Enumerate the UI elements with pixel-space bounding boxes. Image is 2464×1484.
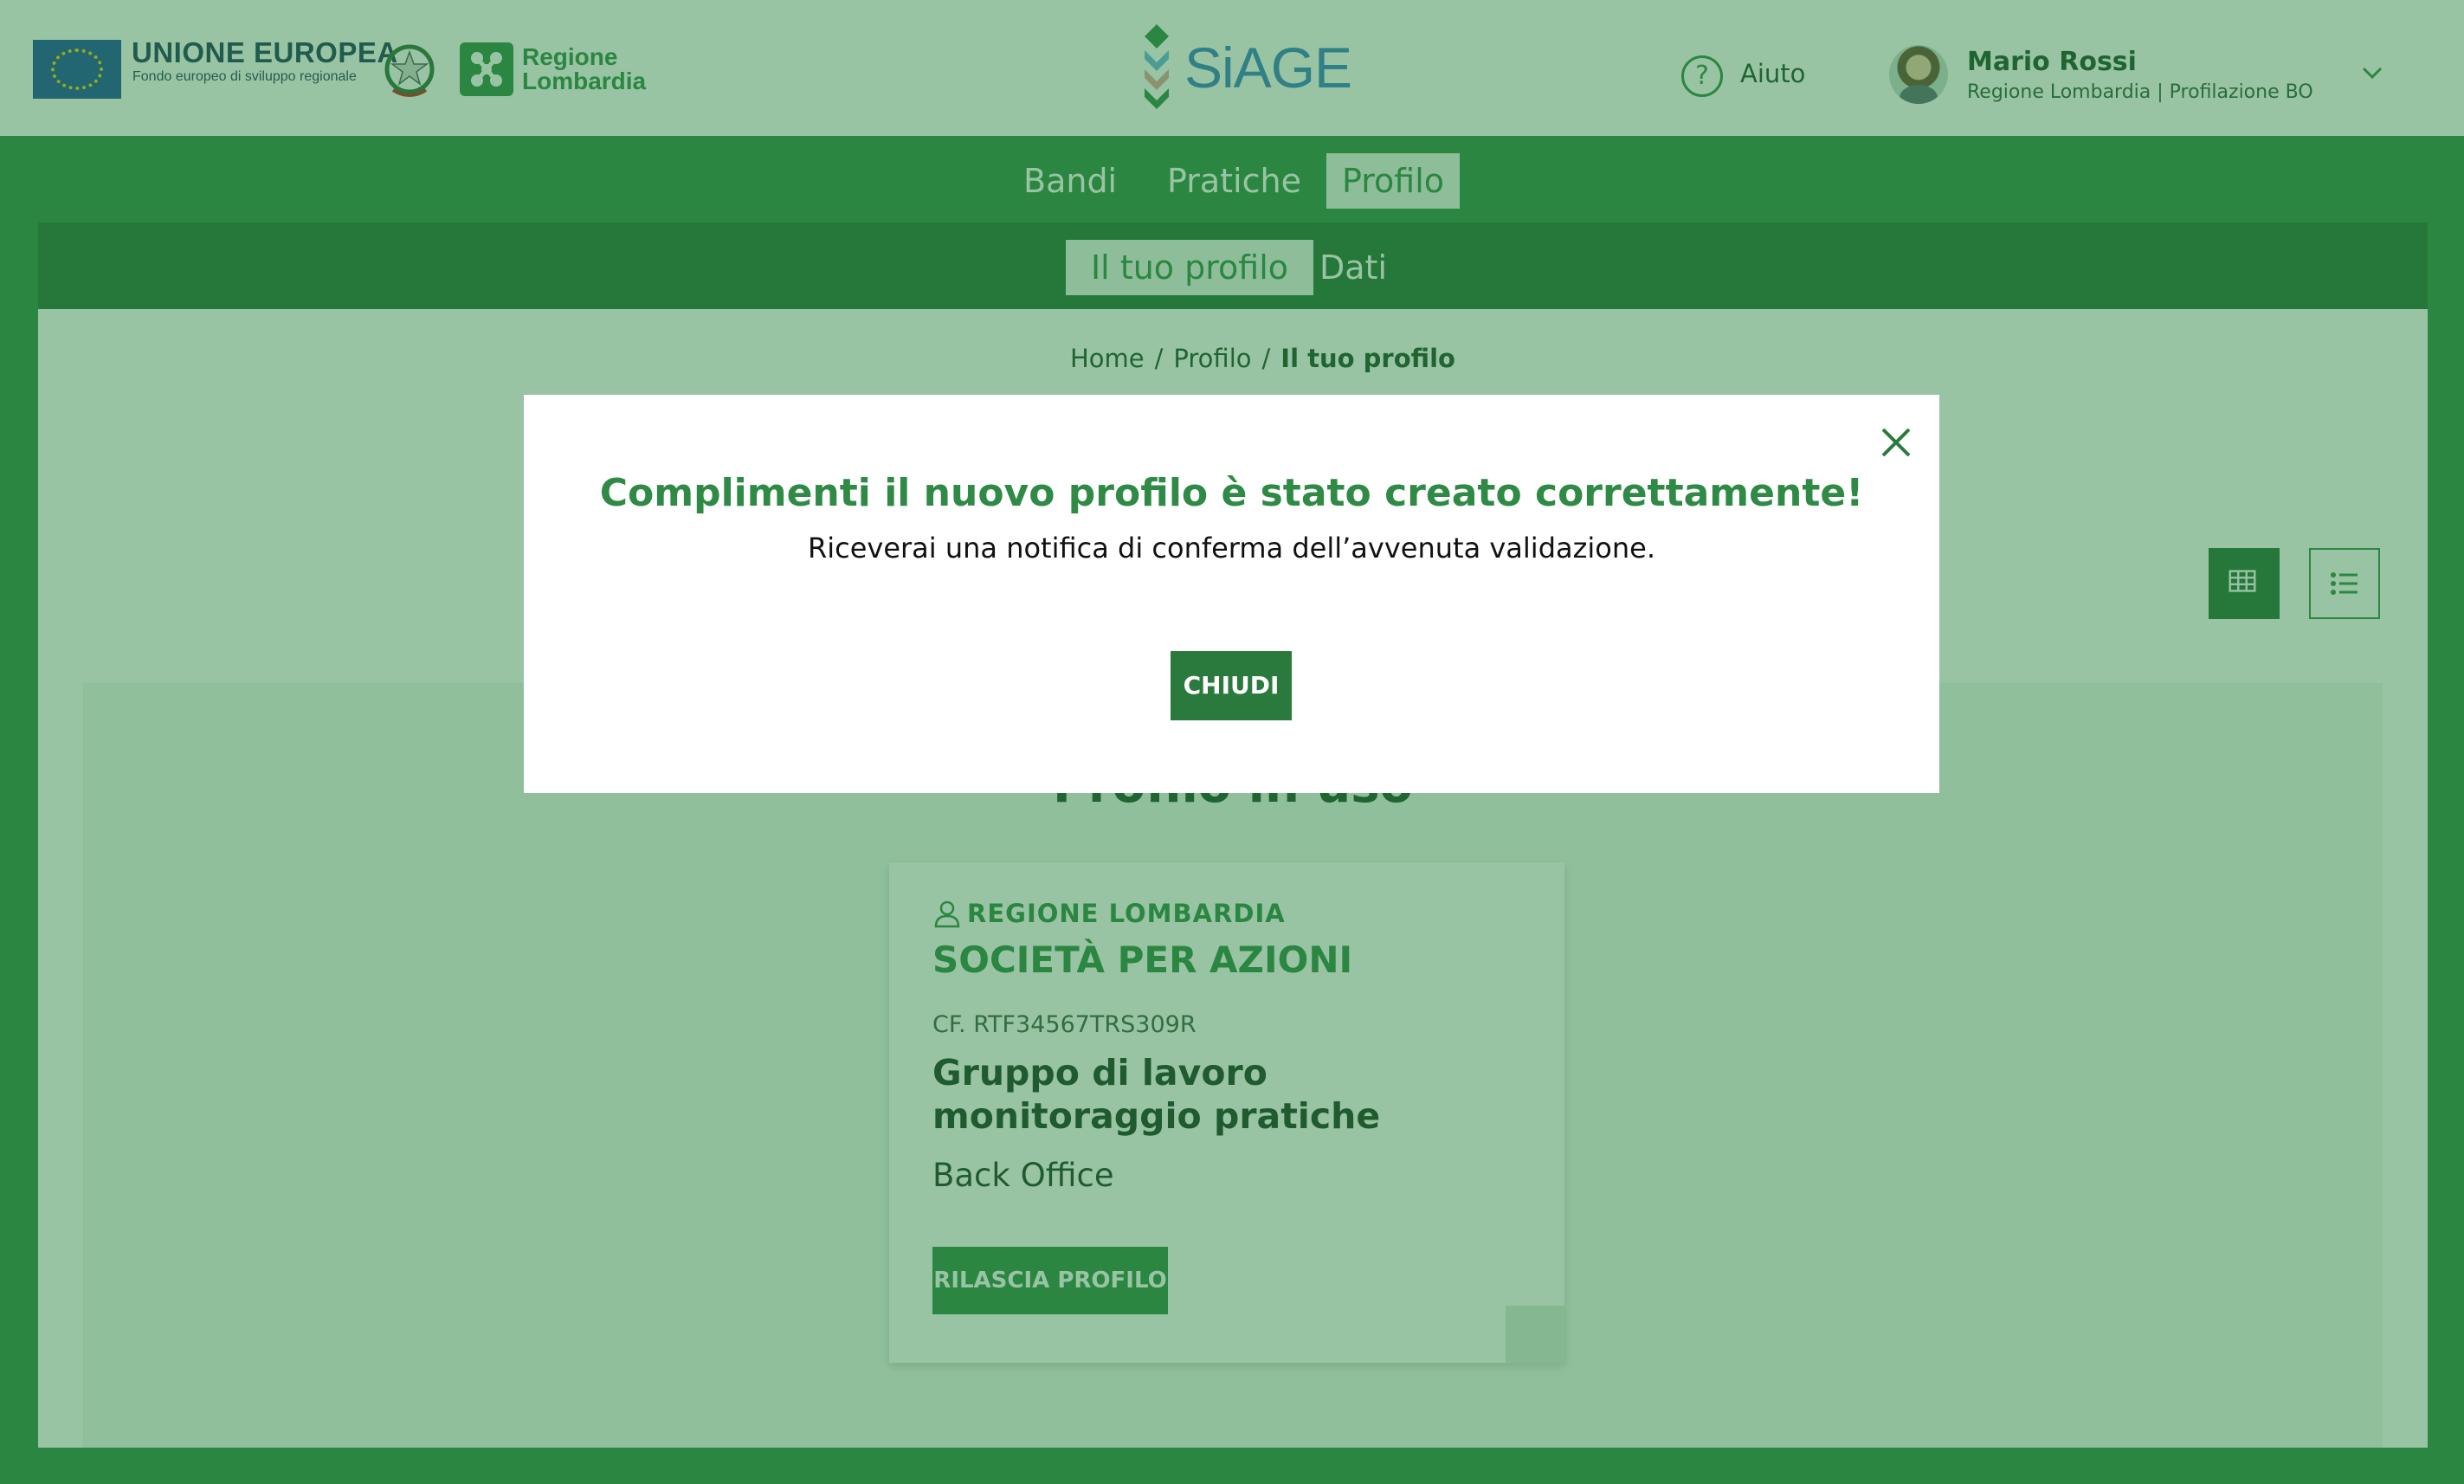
close-button[interactable]: CHIUDI (1171, 651, 1292, 720)
modal-message: Riceverai una notifica di conferma dell’… (807, 532, 1656, 565)
success-modal: Complimenti il nuovo profilo è stato cre… (524, 395, 1939, 793)
close-icon[interactable] (1874, 421, 1918, 464)
modal-title: Complimenti il nuovo profilo è stato cre… (599, 471, 1864, 515)
